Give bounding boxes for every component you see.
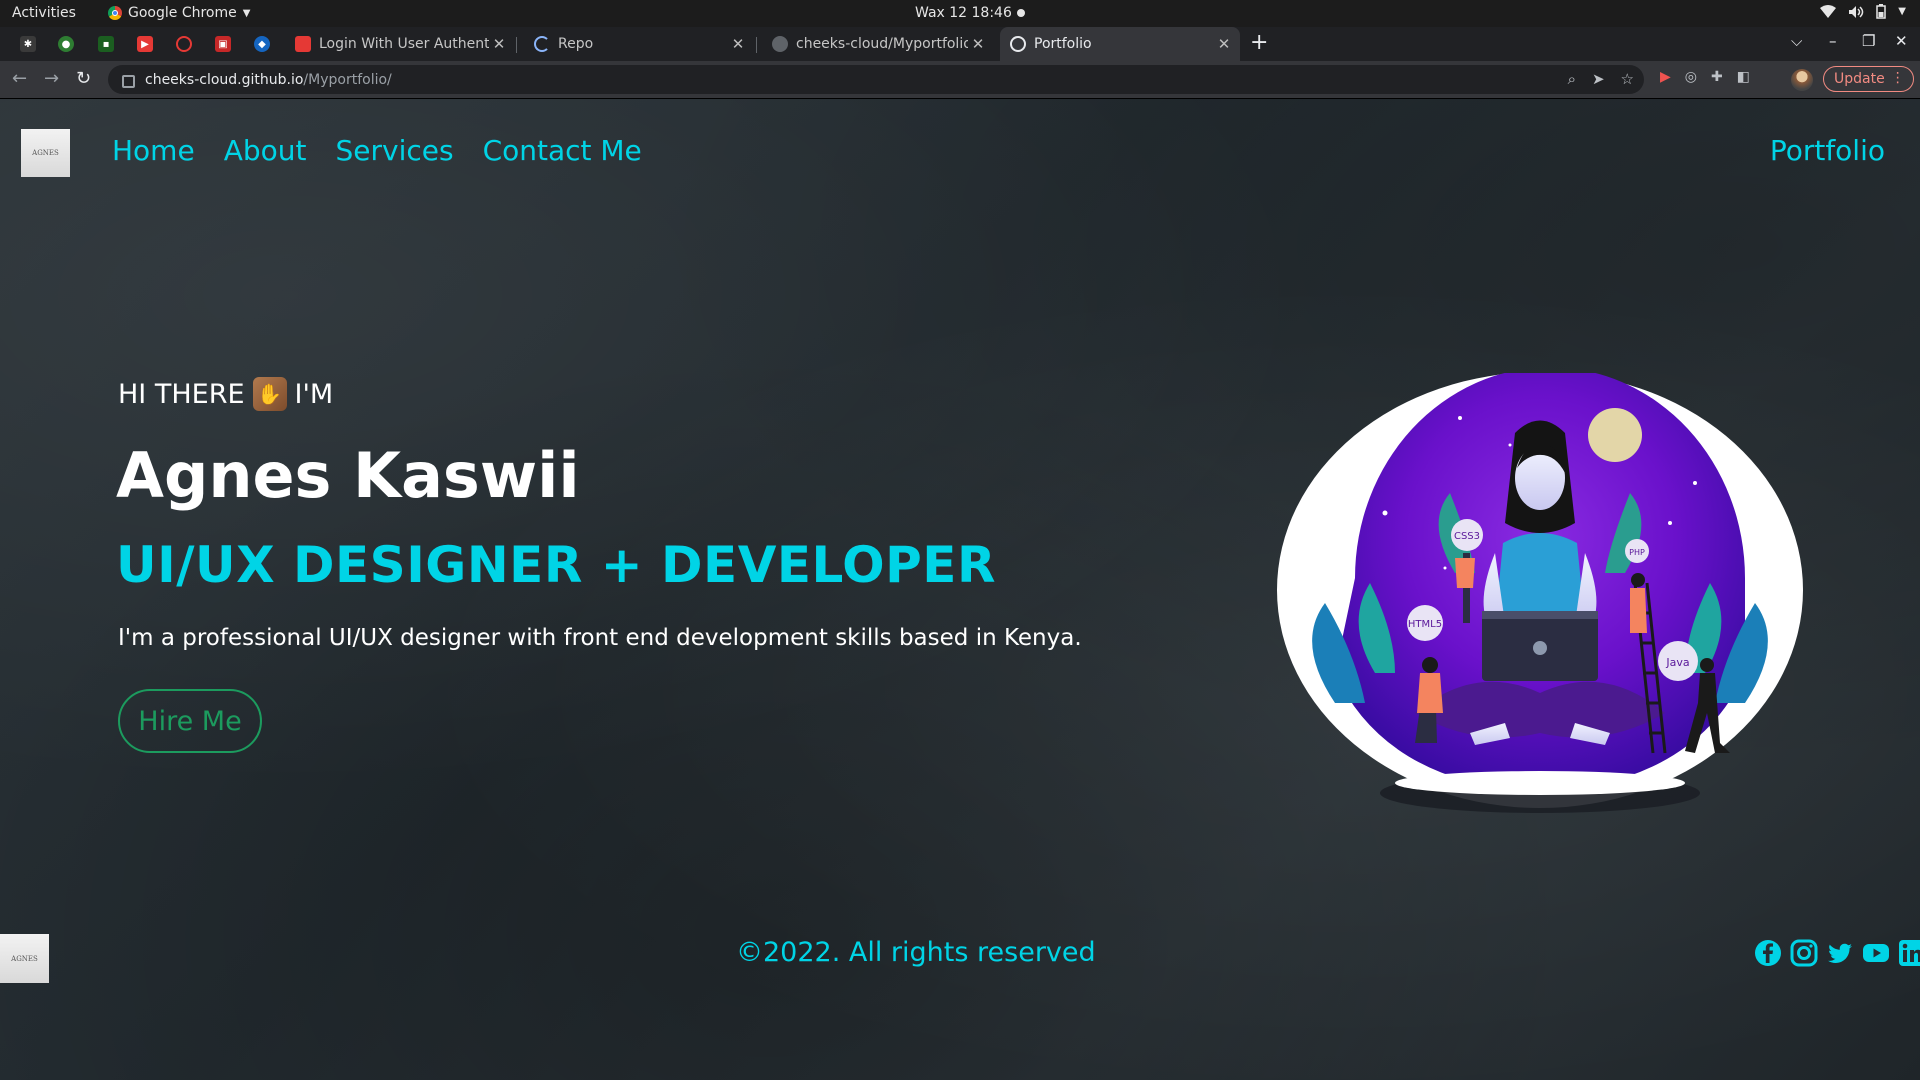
profile-avatar[interactable] bbox=[1791, 69, 1813, 91]
tab-label: Repo bbox=[558, 36, 594, 52]
nav-home[interactable]: Home bbox=[112, 134, 195, 167]
extensions-puzzle-icon[interactable]: ✚ bbox=[1711, 69, 1723, 85]
tab-label: cheeks-cloud/Myportfolio bbox=[796, 36, 968, 52]
reload-icon[interactable]: ↻ bbox=[76, 68, 91, 89]
linkedin-icon[interactable] bbox=[1898, 939, 1920, 967]
loading-spinner-icon bbox=[534, 36, 550, 52]
site-logo[interactable]: AGNES bbox=[21, 129, 70, 177]
greeting-text: HI THERE bbox=[118, 378, 245, 410]
zoom-icon[interactable]: ⌕ bbox=[1568, 70, 1576, 88]
tab-divider bbox=[516, 37, 517, 53]
pinned-tab-red-app-icon[interactable]: ▣ bbox=[215, 36, 231, 52]
back-icon[interactable]: ← bbox=[12, 68, 27, 89]
minimize-icon[interactable]: – bbox=[1829, 32, 1837, 50]
bookmark-star-icon[interactable]: ☆ bbox=[1621, 70, 1634, 88]
update-button[interactable]: Update ⋮ bbox=[1823, 66, 1914, 92]
tab-search-chevron-icon[interactable]: ⌵ bbox=[1791, 32, 1802, 50]
side-panel-icon[interactable]: ◧ bbox=[1737, 69, 1750, 85]
system-menu-chevron-icon: ▼ bbox=[1898, 6, 1906, 17]
recording-indicator-icon bbox=[1017, 9, 1025, 17]
volume-icon bbox=[1849, 5, 1864, 18]
battery-icon bbox=[1876, 4, 1887, 19]
close-icon[interactable]: ✕ bbox=[728, 35, 748, 53]
wifi-icon bbox=[1820, 4, 1837, 18]
pinned-tab-blue-app-icon[interactable]: ◆ bbox=[254, 36, 270, 52]
clock[interactable]: Wax 12 18:46 bbox=[915, 5, 1012, 21]
tab-label: Login With User Authenti bbox=[319, 36, 489, 52]
footer-copyright: ©2022. All rights reserved bbox=[736, 937, 1096, 968]
tab-repo[interactable]: Repo ✕ bbox=[524, 27, 754, 61]
tab-github-repo[interactable]: cheeks-cloud/Myportfolio ✕ bbox=[762, 27, 994, 61]
window-close-icon[interactable]: ✕ bbox=[1895, 32, 1908, 50]
activities-button[interactable]: Activities bbox=[12, 5, 76, 21]
hero-greeting: HI THERE ✋ I'M bbox=[118, 377, 333, 411]
system-top-bar: Activities Google Chrome ▼ Wax 12 18:46 … bbox=[0, 0, 1920, 27]
youtube-icon bbox=[295, 36, 311, 52]
hero-name: Agnes Kaswii bbox=[116, 439, 580, 512]
badge-html5: HTML5 bbox=[1408, 619, 1442, 630]
badge-php: PHP bbox=[1629, 548, 1645, 557]
hero-description: I'm a professional UI/UX designer with f… bbox=[118, 625, 1082, 651]
browser-toolbar: ← → ↻ cheeks-cloud.github.io/Myportfolio… bbox=[0, 61, 1920, 99]
omnibox-actions: ⌕ ➤ ☆ bbox=[1568, 70, 1634, 88]
pinned-tab-youtube-icon[interactable]: ▶ bbox=[137, 36, 153, 52]
system-tray[interactable]: ▼ bbox=[1820, 4, 1906, 19]
site-brand[interactable]: Portfolio bbox=[1770, 134, 1885, 167]
extensions-area: ▶ ◎ ✚ ◧ bbox=[1660, 69, 1750, 85]
close-icon[interactable]: ✕ bbox=[968, 35, 988, 53]
app-menu[interactable]: Google Chrome ▼ bbox=[108, 5, 250, 21]
tab-strip: ✱ ● ▪ ▶ ▣ ◆ Login With User Authenti ✕ R… bbox=[0, 27, 1920, 61]
lock-icon bbox=[122, 75, 135, 88]
nav-services[interactable]: Services bbox=[335, 134, 453, 167]
hero-role: UI/UX DESIGNER + DEVELOPER bbox=[116, 536, 996, 594]
address-bar[interactable]: cheeks-cloud.github.io/Myportfolio/ ⌕ ➤ … bbox=[108, 65, 1644, 94]
globe-icon bbox=[1010, 36, 1026, 52]
facebook-icon[interactable] bbox=[1754, 939, 1782, 967]
chevron-down-icon: ▼ bbox=[242, 7, 251, 19]
logo-text: AGNES bbox=[32, 149, 59, 157]
pinned-tab-opera-icon[interactable] bbox=[176, 36, 192, 52]
badge-css3: CSS3 bbox=[1454, 531, 1480, 542]
footer-logo-text: AGNES bbox=[11, 954, 38, 963]
nav-contact[interactable]: Contact Me bbox=[483, 134, 642, 167]
restore-icon[interactable]: ❐ bbox=[1862, 32, 1875, 50]
pinned-tab-app-icon[interactable]: ▪ bbox=[98, 36, 114, 52]
send-icon[interactable]: ➤ bbox=[1592, 70, 1605, 88]
close-icon[interactable]: ✕ bbox=[1214, 35, 1234, 53]
twitter-icon[interactable] bbox=[1826, 939, 1854, 967]
greeting-text-after: I'M bbox=[294, 378, 334, 410]
social-links bbox=[1754, 939, 1920, 967]
kebab-menu-icon[interactable]: ⋮ bbox=[1891, 70, 1905, 86]
pinned-tab-slack-icon[interactable]: ✱ bbox=[20, 36, 36, 52]
badge-java: Java bbox=[1665, 656, 1689, 669]
chrome-icon bbox=[108, 6, 122, 20]
tab-login-auth[interactable]: Login With User Authenti ✕ bbox=[285, 27, 515, 61]
instagram-icon[interactable] bbox=[1790, 939, 1818, 967]
tab-portfolio[interactable]: Portfolio ✕ bbox=[1000, 27, 1240, 61]
youtube-icon[interactable] bbox=[1862, 939, 1890, 967]
footer-logo[interactable]: AGNES bbox=[0, 934, 49, 983]
developer-illustration: HTML5 CSS3 PHP Java bbox=[1277, 373, 1803, 813]
url-host: cheeks-cloud.github.io bbox=[145, 71, 304, 88]
extension-circle-icon[interactable]: ◎ bbox=[1685, 69, 1697, 85]
new-tab-button[interactable]: + bbox=[1250, 30, 1268, 55]
nav-about[interactable]: About bbox=[224, 134, 307, 167]
main-nav: Home About Services Contact Me bbox=[112, 134, 642, 167]
pinned-tab-google-icon[interactable]: ● bbox=[58, 36, 74, 52]
tab-divider bbox=[756, 37, 757, 53]
url-path: /Myportfolio/ bbox=[303, 71, 392, 88]
app-menu-label: Google Chrome bbox=[128, 5, 237, 21]
github-icon bbox=[772, 36, 788, 52]
forward-icon[interactable]: → bbox=[44, 68, 59, 89]
extension-red-icon[interactable]: ▶ bbox=[1660, 69, 1671, 85]
update-label: Update bbox=[1834, 71, 1885, 87]
waving-hand-icon: ✋ bbox=[252, 377, 287, 411]
hire-me-button[interactable]: Hire Me bbox=[118, 689, 262, 753]
portfolio-page: AGNES Home About Services Contact Me Por… bbox=[0, 99, 1920, 1080]
tab-label: Portfolio bbox=[1034, 36, 1092, 52]
close-icon[interactable]: ✕ bbox=[489, 35, 509, 53]
